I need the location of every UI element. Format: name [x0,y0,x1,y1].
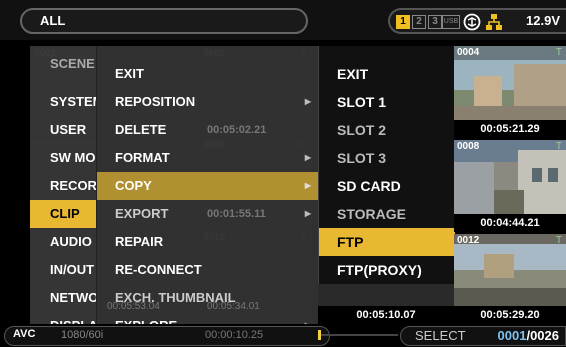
thumbnail-number: 0008 [457,141,480,152]
thumbnail[interactable]: 0008 T 00:04:44.21 [454,140,566,232]
thumbnail-number: 0004 [457,47,480,58]
menu-item-system[interactable]: SYSTEM [30,88,96,116]
menu-item-sw-mode[interactable]: SW MODE [30,144,96,172]
clip-menu-label: DELETE [115,122,167,137]
status-bar: AVC 1080/60i 00:00:10.25 SELECT 0001/002… [0,324,566,347]
submenu-arrow-icon: ▶ [304,153,311,162]
thumbnail-type: T [555,47,562,58]
thumbnail-number: 0012 [457,235,480,246]
submenu-arrow-icon: ▶ [304,181,311,190]
select-count: 0001/0026 [498,328,559,343]
menu-item-clip[interactable]: CLIP [30,200,96,228]
copy-exit[interactable]: EXIT [319,60,455,88]
progress-track [318,334,398,336]
submenu-arrow-icon: ▶ [304,97,311,106]
clip-menu-label: REPOSITION [115,94,196,109]
thumbnail-time: 00:05:02.21 [207,124,267,136]
clip-progress [318,330,398,340]
thumbnail-time: 00:05:10.07 [318,306,454,324]
copy-sd-card[interactable]: SD CARD [319,172,455,200]
thumbnail[interactable]: 00:05:10.07 [318,284,454,324]
thumbnail-time: 00:05:21.29 [454,120,566,138]
select-current: 0001 [497,328,527,343]
thumbnail-time: 00:01:55.11 [207,208,266,220]
slot-1-indicator: 1 [396,15,410,29]
main-menu: SCENE SYSTEM USER SW MODE RECORDING CLIP… [30,46,96,347]
clip-menu-label: FORMAT [115,150,170,165]
copy-storage[interactable]: STORAGE [319,200,455,228]
clip-menu-reconnect[interactable]: RE-CONNECT [97,256,319,284]
thumbnail-time: 00:04:44.21 [454,214,566,232]
copy-slot-1[interactable]: SLOT 1 [319,88,455,116]
thumbnail-type: T [555,235,562,246]
select-label: SELECT [415,328,466,343]
clip-menu: EXIT REPOSITION ▶ DELETE 00:05:02.21 FOR… [96,46,319,347]
thumbnail-type: T [555,141,562,152]
copy-ftp-proxy[interactable]: FTP(PROXY) [319,256,455,284]
clip-menu-reposition[interactable]: REPOSITION ▶ [97,88,319,116]
menu-item-scene[interactable]: SCENE [30,50,96,78]
thumbnail[interactable]: 0012 T 00:05:29.20 [454,234,566,324]
lan-icon [486,14,502,30]
menu-item-recording[interactable]: RECORDING [30,172,96,200]
clip-menu-delete[interactable]: DELETE 00:05:02.21 [97,116,319,144]
copy-slot-2[interactable]: SLOT 2 [319,116,455,144]
usb-indicator: USB [442,15,460,29]
menu-item-user[interactable]: USER [30,116,96,144]
menu-item-audio[interactable]: AUDIO [30,228,96,256]
thumbnail-time: 00:05:29.20 [454,306,566,324]
clip-menu-label: EXPORT [115,206,169,221]
clip-menu-repair[interactable]: REPAIR [97,228,319,256]
video-format: 1080/60i [61,329,104,341]
clip-menu-copy[interactable]: COPY ▶ [97,172,319,200]
top-bar: ALL 1 2 3 USB 12.9V [0,0,566,40]
tab-all[interactable]: ALL [20,8,308,34]
menu-item-in-out[interactable]: IN/OUT [30,256,96,284]
clip-menu-export[interactable]: EXPORT 00:01:55.11 ▶ [97,200,319,228]
slot-3-indicator: 3 [428,15,442,29]
copy-ftp[interactable]: FTP [319,228,455,256]
copy-slot-3[interactable]: SLOT 3 [319,144,455,172]
network-circle-icon [463,13,481,31]
thumbnail[interactable]: 0004 T 00:05:21.29 [454,46,566,138]
thumbnail-time: 00:05:53.04 [107,301,160,312]
progress-fill [318,330,321,340]
clip-menu-format[interactable]: FORMAT ▶ [97,144,319,172]
select-total: /0026 [526,328,559,343]
clip-menu-label: COPY [115,178,152,193]
menu-item-network[interactable]: NETWORK [30,284,96,312]
select-indicator: SELECT 0001/0026 [400,326,566,346]
copy-submenu: EXIT SLOT 1 SLOT 2 SLOT 3 SD CARD STORAG… [318,46,455,284]
thumbnail-time: 00:05:34.01 [207,301,260,312]
clip-menu-exit[interactable]: EXIT [97,60,319,88]
status-indicators: 1 2 3 USB 12.9V [388,8,566,34]
codec-mode: AVC [13,328,36,340]
battery-voltage: 12.9V [526,13,560,28]
submenu-arrow-icon: ▶ [304,209,311,218]
thumbnail-screen: ALL 1 2 3 USB 12.9V 0001 0002 T [0,0,566,347]
timecode: 00:00:10.25 [205,329,264,341]
slot-2-indicator: 2 [412,15,426,29]
clip-info: AVC 1080/60i 00:00:10.25 [4,326,330,346]
